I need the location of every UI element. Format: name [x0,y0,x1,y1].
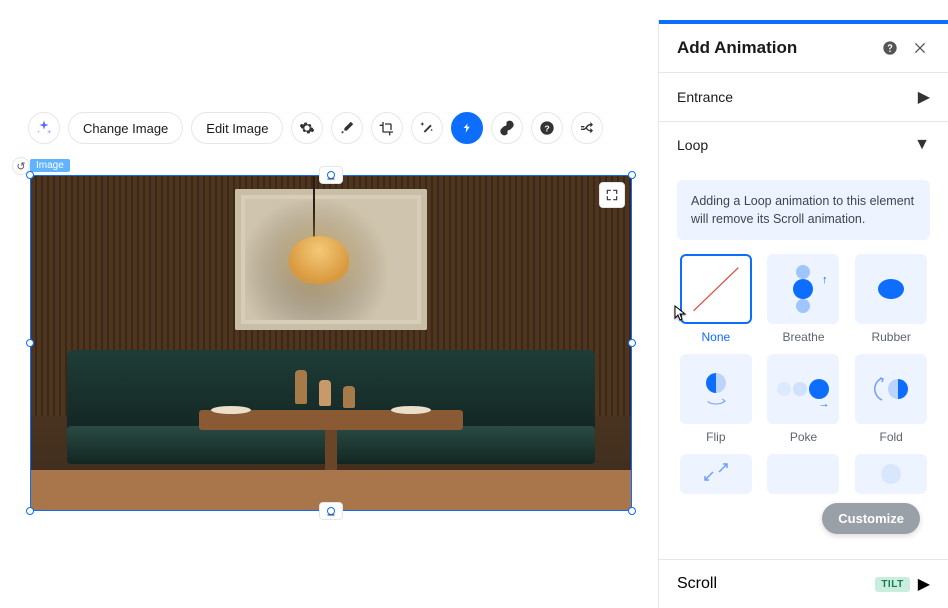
resize-handle[interactable] [327,171,335,179]
loop-options-scroll[interactable]: Adding a Loop animation to this element … [659,168,948,559]
section-label: Loop [677,137,708,153]
scene-illustration [31,176,631,510]
loop-section-body: Adding a Loop animation to this element … [659,180,948,508]
sparkle-icon [35,119,53,137]
resize-handle[interactable] [26,507,34,515]
loop-option-breathe[interactable]: ↑ Breathe [765,254,843,344]
chevron-right-icon: ▶ [918,87,930,107]
resize-handle[interactable] [26,171,34,179]
rubber-icon [878,279,904,299]
resize-handle[interactable] [26,339,34,347]
magic-button[interactable] [411,112,443,144]
loop-option-poke[interactable]: → Poke [765,354,843,444]
section-entrance[interactable]: Entrance ▶ [659,72,948,121]
option-label: None [701,330,730,344]
loop-option-more-2[interactable] [765,454,843,494]
editor-canvas: Change Image Edit Image ? ↺ Image [0,0,658,608]
image-placeholder[interactable] [30,175,632,511]
brush-button[interactable] [331,112,363,144]
help-icon [882,40,898,56]
loop-info-message: Adding a Loop animation to this element … [677,180,930,240]
crop-button[interactable] [371,112,403,144]
help-icon: ? [539,120,555,136]
ai-sparkle-button[interactable] [28,112,60,144]
resize-handle[interactable] [628,339,636,347]
loop-option-more-1[interactable] [677,454,755,494]
animation-panel: Add Animation Entrance ▶ Loop ▼ Adding a… [658,20,948,608]
section-scroll[interactable]: Scroll TILT ▶ [659,559,948,608]
edit-image-button[interactable]: Edit Image [191,112,283,144]
corner-edit-button[interactable] [599,182,625,208]
close-icon [912,40,928,56]
chevron-down-icon: ▼ [914,136,930,154]
loop-option-fold[interactable]: Fold [852,354,930,444]
option-label: Rubber [871,330,910,344]
crop-icon [379,120,395,136]
dot-icon [881,464,901,484]
fold-icon [874,376,908,402]
loop-options-grid: None ↑ Breathe Rubber Flip [677,254,930,494]
section-loop[interactable]: Loop ▼ [659,121,948,168]
none-icon [692,266,740,312]
svg-text:?: ? [545,123,550,133]
option-label: Fold [879,430,902,444]
resize-handle[interactable] [628,507,636,515]
option-label: Breathe [782,330,824,344]
section-label: Scroll [677,575,717,593]
shuffle-button[interactable] [571,112,603,144]
section-label: Entrance [677,89,733,105]
loop-option-more-3[interactable] [852,454,930,494]
resize-handle[interactable] [327,507,335,515]
change-image-button[interactable]: Change Image [68,112,183,144]
expand-arrows-icon [701,460,731,489]
animation-button[interactable] [451,112,483,144]
brush-icon [339,120,355,136]
loop-option-none[interactable]: None [677,254,755,344]
animation-icon [459,120,475,136]
settings-button[interactable] [291,112,323,144]
breathe-icon [793,265,813,313]
chevron-right-icon: ▶ [918,574,930,594]
panel-help-button[interactable] [880,38,900,58]
flip-icon [706,373,726,405]
link-button[interactable] [491,112,523,144]
poke-icon [777,379,829,399]
help-button[interactable]: ? [531,112,563,144]
panel-close-button[interactable] [910,38,930,58]
resize-handle[interactable] [628,171,636,179]
image-toolbar: Change Image Edit Image ? [28,112,603,144]
selected-image-frame[interactable]: ↺ Image [30,175,632,511]
option-label: Poke [790,430,817,444]
panel-title: Add Animation [677,38,870,58]
gear-icon [299,120,315,136]
expand-icon [605,188,619,202]
wand-icon [419,120,435,136]
loop-option-rubber[interactable]: Rubber [852,254,930,344]
scroll-badge: TILT [875,577,909,592]
shuffle-icon [579,120,595,136]
panel-header: Add Animation [659,24,948,72]
customize-button[interactable]: Customize [822,503,920,534]
selection-tag: Image [30,159,70,172]
link-icon [499,120,515,136]
loop-option-flip[interactable]: Flip [677,354,755,444]
option-label: Flip [706,430,725,444]
